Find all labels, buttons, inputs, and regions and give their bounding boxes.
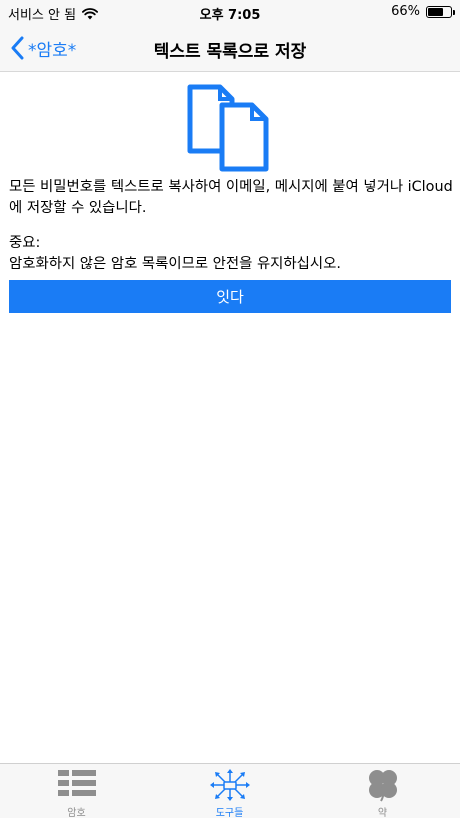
tab-passwords[interactable]: 암호 — [0, 764, 153, 818]
important-title: 중요: — [9, 235, 41, 251]
tab-label-tools: 도구들 — [215, 808, 244, 818]
connect-button[interactable]: 잇다 — [9, 280, 451, 313]
tab-label-about: 약 — [377, 808, 388, 818]
battery-percent: 66% — [391, 4, 420, 19]
description-text: 모든 비밀번호를 텍스트로 복사하여 이메일, 메시지에 붙여 넣거나 iClo… — [9, 179, 453, 216]
battery-cap — [453, 9, 455, 15]
battery-icon — [426, 5, 455, 18]
status-bar: 서비스 안 됨 오후 7:05 66% — [0, 0, 460, 24]
tab-about[interactable]: 약 — [306, 764, 459, 818]
important-text: 암호화하지 않은 암호 목록이므로 안전을 유지하십시오. — [9, 256, 341, 272]
battery-fill — [428, 7, 443, 16]
navigation-bar: *암호* 텍스트 목록으로 저장 — [0, 24, 460, 72]
important-notice: 중요: 암호화하지 않은 암호 목록이므로 안전을 유지하십시오. — [9, 233, 454, 275]
page-title: 텍스트 목록으로 저장 — [153, 42, 307, 62]
documents-icon — [187, 84, 269, 172]
tab-bar: 암호 도구들 약 — [0, 763, 460, 818]
list-icon — [57, 770, 96, 796]
tab-tools[interactable]: 도구들 — [153, 764, 306, 818]
network-icon — [209, 769, 250, 801]
clover-icon — [368, 770, 397, 802]
status-right: 66% — [391, 4, 455, 19]
tab-label-passwords: 암호 — [67, 808, 86, 818]
